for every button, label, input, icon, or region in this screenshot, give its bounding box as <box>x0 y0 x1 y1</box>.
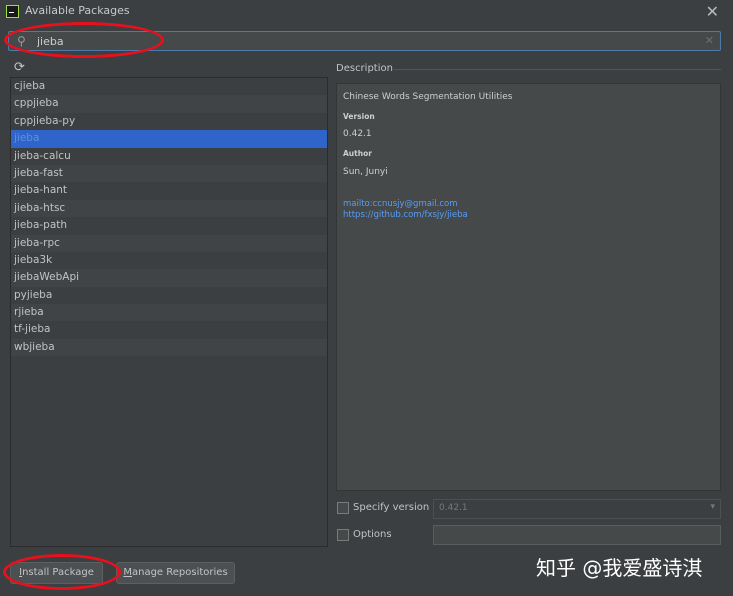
clear-icon[interactable]: ✕ <box>705 34 714 47</box>
homepage-link[interactable]: https://github.com/fxsjy/jieba <box>343 210 468 220</box>
package-item-jieba-htsc[interactable]: jieba-htsc <box>11 199 327 218</box>
package-item-jieba3k[interactable]: jieba3k <box>11 252 327 269</box>
title-bar: Available Packages ✕ <box>0 0 733 24</box>
package-item-rjieba[interactable]: rjieba <box>11 304 327 322</box>
search-icon: ⚲ <box>17 34 26 48</box>
install-package-button[interactable]: Install Package <box>10 562 103 584</box>
package-summary: Chinese Words Segmentation Utilities <box>343 92 513 102</box>
package-item-jieba[interactable]: jieba <box>11 130 327 148</box>
package-version: 0.42.1 <box>343 129 372 139</box>
version-select-value: 0.42.1 <box>439 503 468 513</box>
watermark: 知乎 @我爱盛诗淇 <box>536 556 703 580</box>
options-checkbox[interactable] <box>337 529 349 541</box>
description-divider <box>394 69 721 70</box>
package-item-cjieba[interactable]: cjieba <box>11 78 327 95</box>
package-author: Sun, Junyi <box>343 167 388 177</box>
package-list[interactable]: cjieba cppjieba cppjieba-py jieba jieba-calc… <box>10 77 328 547</box>
package-item-jieba-calcu[interactable]: jieba-calcu <box>11 148 327 165</box>
options-input[interactable] <box>433 525 721 545</box>
package-item-wbjieba[interactable]: wbjieba <box>11 338 327 357</box>
version-select[interactable]: 0.42.1 ▾ <box>433 499 721 519</box>
close-icon[interactable]: ✕ <box>706 2 719 21</box>
package-item-jieba-hant[interactable]: jieba-hant <box>11 182 327 199</box>
package-item-tf-jieba[interactable]: tf-jieba <box>11 321 327 338</box>
refresh-icon[interactable]: ⟳ <box>14 60 25 75</box>
chevron-down-icon: ▾ <box>710 502 715 512</box>
version-heading: Version <box>343 112 375 121</box>
package-item-cppjieba-py[interactable]: cppjieba-py <box>11 113 327 130</box>
author-heading: Author <box>343 149 372 158</box>
specify-version-checkbox[interactable] <box>337 502 349 514</box>
window-title: Available Packages <box>25 4 130 17</box>
email-link[interactable]: mailto:ccnusjy@gmail.com <box>343 199 458 209</box>
pycharm-icon <box>6 5 19 18</box>
specify-version-label: Specify version <box>353 502 430 513</box>
package-item-cppjieba[interactable]: cppjieba <box>11 95 327 113</box>
options-label: Options <box>353 529 392 540</box>
package-item-pyjieba[interactable]: pyjieba <box>11 287 327 304</box>
package-item-jiebaWebApi[interactable]: jiebaWebApi <box>11 269 327 287</box>
package-item-jieba-fast[interactable]: jieba-fast <box>11 164 327 183</box>
search-input[interactable] <box>37 32 697 50</box>
package-item-jieba-rpc[interactable]: jieba-rpc <box>11 234 327 252</box>
description-panel: Chinese Words Segmentation Utilities Ver… <box>336 83 721 491</box>
search-box[interactable]: ⚲ ✕ <box>8 31 721 51</box>
manage-repositories-button[interactable]: Manage Repositories <box>116 562 235 584</box>
package-item-jieba-path[interactable]: jieba-path <box>11 217 327 234</box>
description-label: Description <box>336 63 393 74</box>
